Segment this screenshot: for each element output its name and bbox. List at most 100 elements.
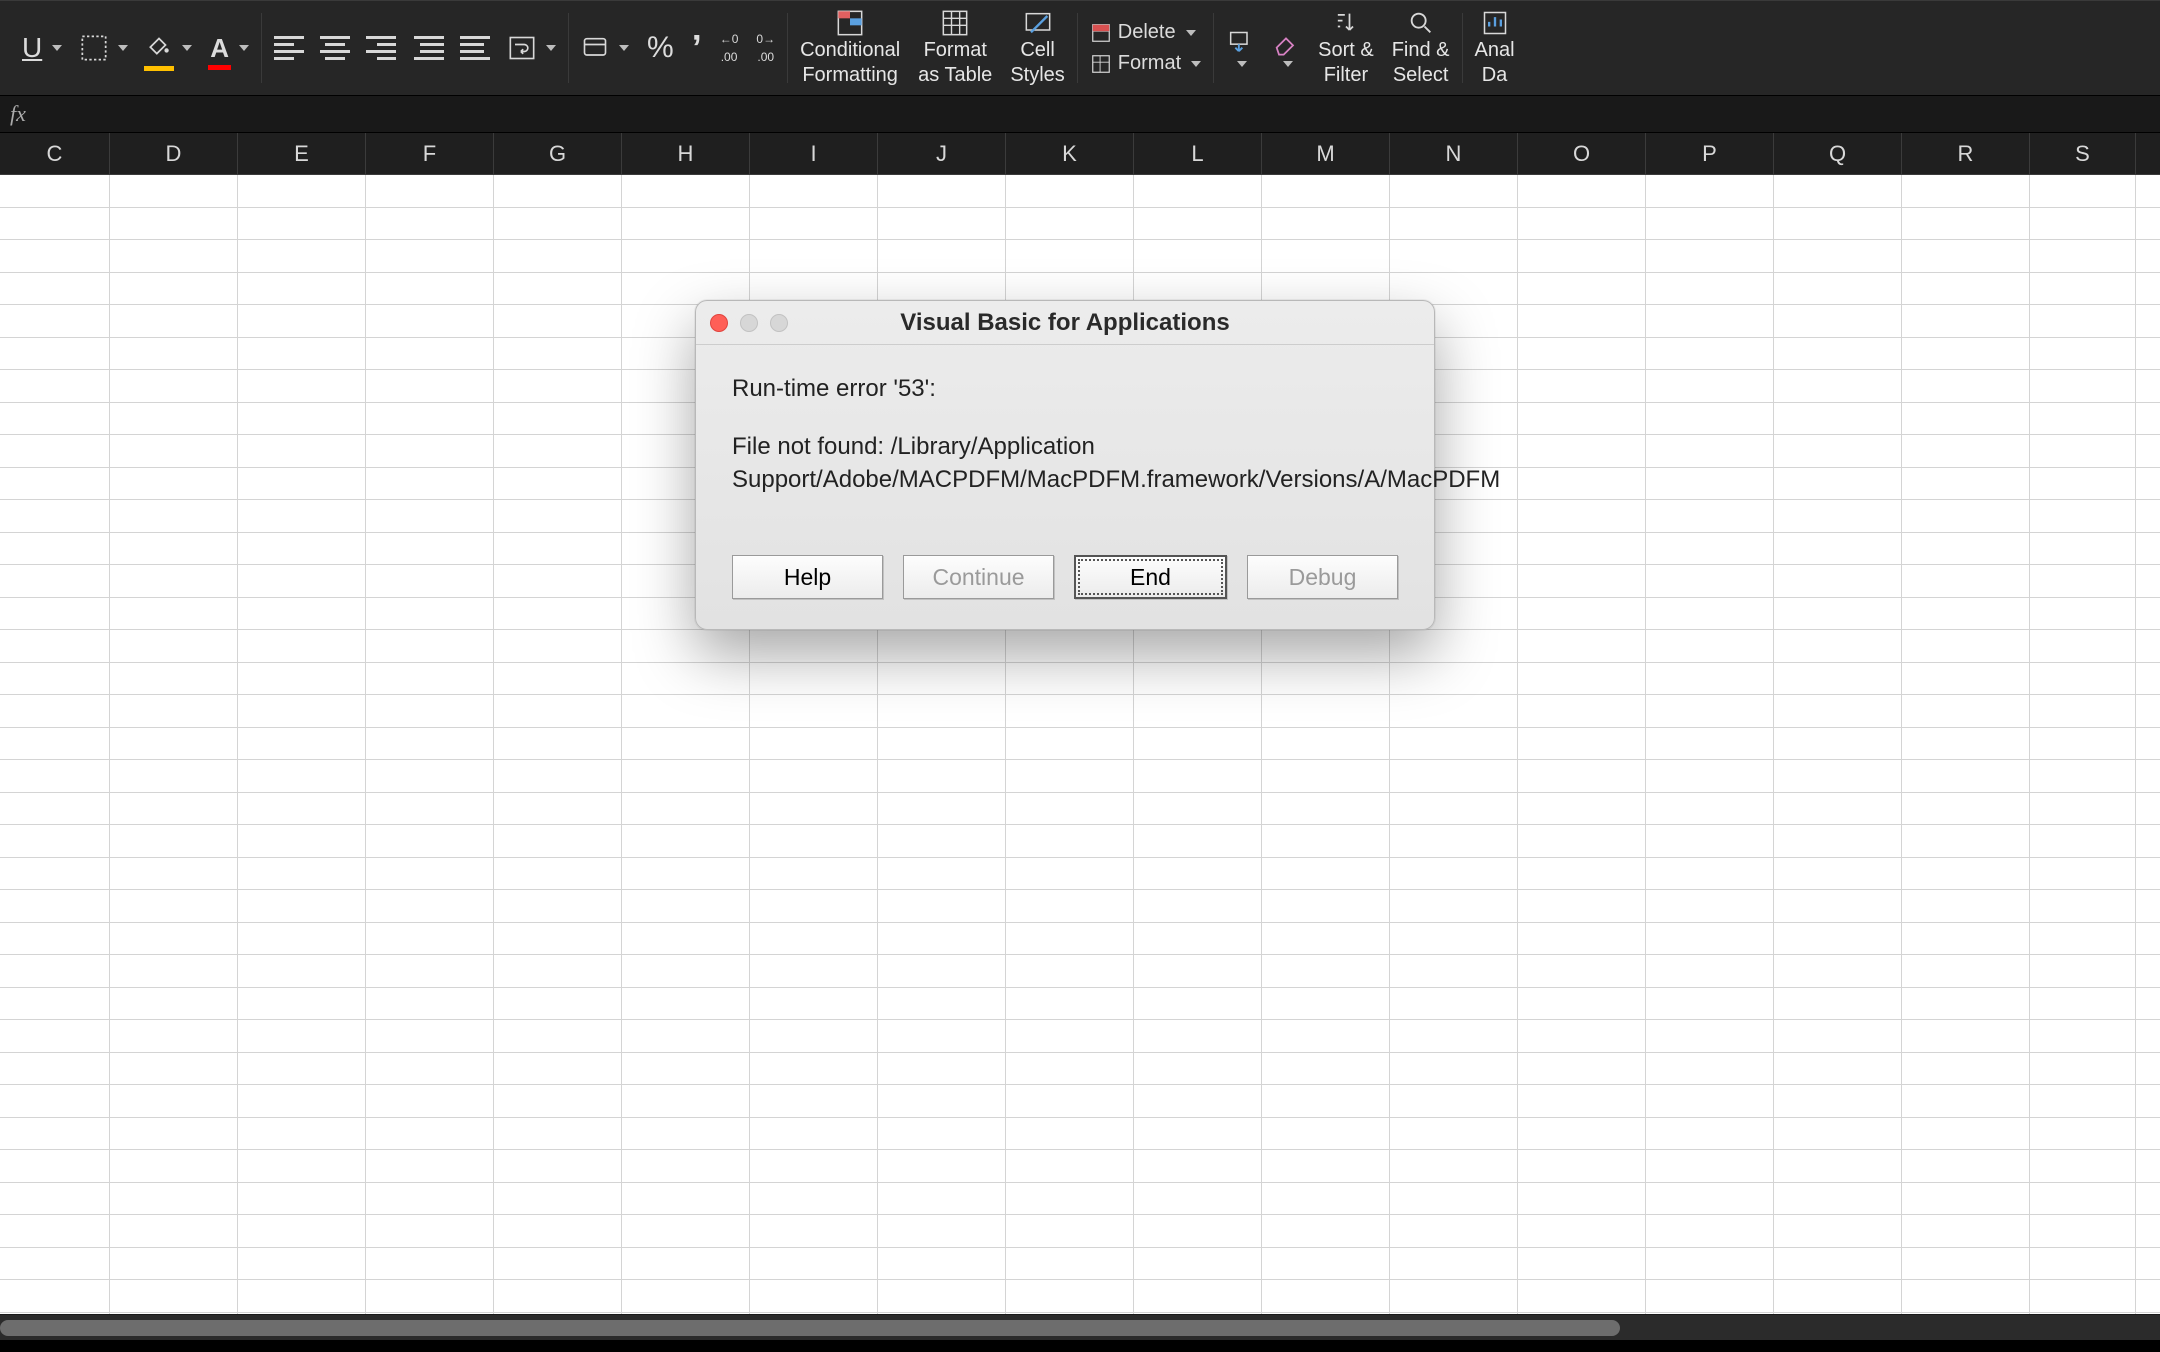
cell[interactable] [1774, 1053, 1902, 1085]
column-header-H[interactable]: H [622, 133, 750, 174]
cell[interactable] [1518, 273, 1646, 305]
cell[interactable] [1774, 565, 1902, 597]
cell[interactable] [366, 825, 494, 857]
cell[interactable] [1902, 955, 2030, 987]
cell[interactable] [878, 1053, 1006, 1085]
cell[interactable] [366, 890, 494, 922]
cell[interactable] [0, 403, 110, 435]
cell[interactable] [1774, 435, 1902, 467]
cell[interactable] [1134, 1085, 1262, 1117]
cell[interactable] [1774, 760, 1902, 792]
cell[interactable] [622, 1053, 750, 1085]
cell[interactable] [1390, 1183, 1518, 1215]
cell[interactable] [622, 1280, 750, 1312]
cell[interactable] [1006, 695, 1134, 727]
cell[interactable] [2030, 403, 2136, 435]
cell[interactable] [2030, 1118, 2136, 1150]
scrollbar-thumb[interactable] [0, 1320, 1620, 1336]
cell[interactable] [110, 338, 238, 370]
cell[interactable] [2030, 1248, 2136, 1280]
cell[interactable] [366, 240, 494, 272]
column-header-Q[interactable]: Q [1774, 133, 1902, 174]
cell[interactable] [366, 468, 494, 500]
cell[interactable] [366, 1020, 494, 1052]
cell[interactable] [1518, 825, 1646, 857]
cell[interactable] [238, 630, 366, 662]
cell[interactable] [878, 1118, 1006, 1150]
cell[interactable] [0, 1248, 110, 1280]
cell[interactable] [878, 825, 1006, 857]
cell[interactable] [0, 1150, 110, 1182]
cell[interactable] [1646, 240, 1774, 272]
cell[interactable] [1902, 1085, 2030, 1117]
cell[interactable] [1902, 468, 2030, 500]
cell[interactable] [1518, 175, 1646, 207]
cell[interactable] [238, 1085, 366, 1117]
cell[interactable] [494, 695, 622, 727]
cell[interactable] [1262, 1118, 1390, 1150]
cell[interactable] [1902, 1280, 2030, 1312]
cell[interactable] [1646, 630, 1774, 662]
cell[interactable] [878, 663, 1006, 695]
cell[interactable] [1134, 208, 1262, 240]
cell[interactable] [878, 1020, 1006, 1052]
dialog-titlebar[interactable]: Visual Basic for Applications [696, 301, 1434, 345]
cell[interactable] [1518, 630, 1646, 662]
cell[interactable] [0, 435, 110, 467]
cell[interactable] [878, 988, 1006, 1020]
cell[interactable] [1262, 208, 1390, 240]
cell[interactable] [1262, 923, 1390, 955]
cell[interactable] [494, 923, 622, 955]
cell[interactable] [1774, 403, 1902, 435]
delete-button[interactable]: Delete [1090, 21, 1196, 44]
cell[interactable] [2030, 825, 2136, 857]
cell[interactable] [1902, 1020, 2030, 1052]
cell[interactable] [1006, 760, 1134, 792]
column-header-D[interactable]: D [110, 133, 238, 174]
cell[interactable] [1518, 793, 1646, 825]
cell[interactable] [1774, 338, 1902, 370]
cell[interactable] [1262, 1215, 1390, 1247]
cell[interactable] [1006, 825, 1134, 857]
cell[interactable] [238, 858, 366, 890]
cell[interactable] [1390, 1020, 1518, 1052]
cell[interactable] [366, 988, 494, 1020]
cell[interactable] [1646, 1085, 1774, 1117]
cell[interactable] [1262, 793, 1390, 825]
cell[interactable] [110, 1183, 238, 1215]
cell[interactable] [1390, 1248, 1518, 1280]
cell[interactable] [750, 728, 878, 760]
cell[interactable] [1390, 1215, 1518, 1247]
cell[interactable] [1134, 1215, 1262, 1247]
cell[interactable] [622, 890, 750, 922]
cell[interactable] [2030, 890, 2136, 922]
cell[interactable] [494, 663, 622, 695]
cell[interactable] [1902, 890, 2030, 922]
cell[interactable] [1390, 208, 1518, 240]
cell[interactable] [494, 728, 622, 760]
cell[interactable] [366, 1215, 494, 1247]
cell[interactable] [878, 1280, 1006, 1312]
cell[interactable] [1774, 533, 1902, 565]
cell[interactable] [1774, 923, 1902, 955]
cell[interactable] [494, 890, 622, 922]
column-header-L[interactable]: L [1134, 133, 1262, 174]
cell[interactable] [110, 1118, 238, 1150]
cell[interactable] [1518, 663, 1646, 695]
cell[interactable] [494, 955, 622, 987]
cell[interactable] [622, 923, 750, 955]
cell[interactable] [1902, 305, 2030, 337]
cell[interactable] [1646, 1150, 1774, 1182]
cell[interactable] [0, 825, 110, 857]
cell[interactable] [1902, 533, 2030, 565]
cell[interactable] [1646, 1118, 1774, 1150]
cell[interactable] [110, 1150, 238, 1182]
cell[interactable] [1646, 468, 1774, 500]
cell[interactable] [2030, 1085, 2136, 1117]
cell[interactable] [1774, 273, 1902, 305]
cell[interactable] [366, 728, 494, 760]
cell[interactable] [110, 760, 238, 792]
cell[interactable] [1262, 1183, 1390, 1215]
cell[interactable] [1518, 1020, 1646, 1052]
cell[interactable] [366, 1053, 494, 1085]
